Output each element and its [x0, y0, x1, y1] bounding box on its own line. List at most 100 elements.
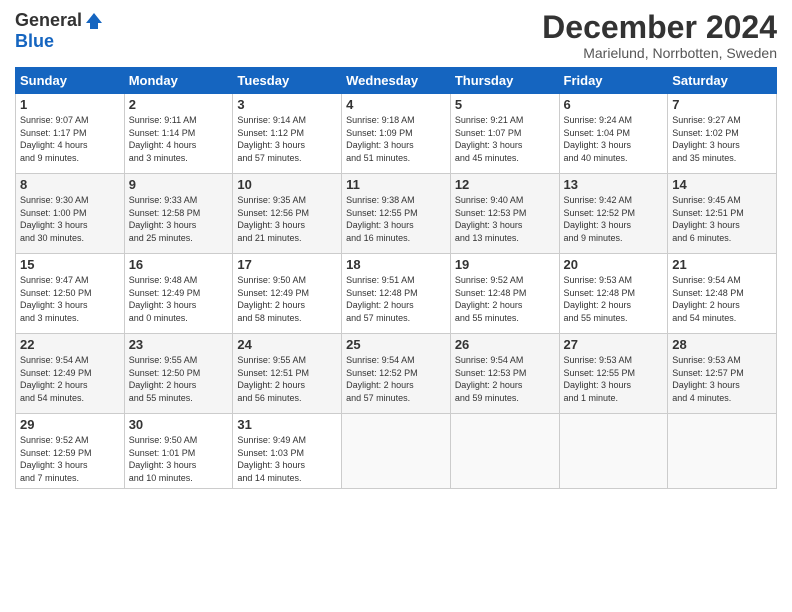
calendar-header-tuesday: Tuesday — [233, 68, 342, 94]
calendar-cell: 2 Sunrise: 9:11 AM Sunset: 1:14 PM Daylig… — [124, 94, 233, 174]
day-number: 16 — [129, 257, 229, 272]
calendar-cell: 10 Sunrise: 9:35 AM Sunset: 12:56 PM Dayl… — [233, 174, 342, 254]
calendar-cell: 17Sunrise: 9:50 AM Sunset: 12:49 PM Dayl… — [233, 254, 342, 334]
day-number: 29 — [20, 417, 120, 432]
day-number: 7 — [672, 97, 772, 112]
day-number: 23 — [129, 337, 229, 352]
calendar-cell: 18 Sunrise: 9:51 AM Sunset: 12:48 PM Dayl… — [342, 254, 451, 334]
day-info: Sunrise: 9:54 AM Sunset: 12:48 PM Daylig… — [672, 274, 772, 324]
day-number: 13 — [564, 177, 664, 192]
day-info: Sunrise: 9:27 AM Sunset: 1:02 PM Dayligh… — [672, 114, 772, 164]
calendar-cell: 6Sunrise: 9:24 AM Sunset: 1:04 PM Daylig… — [559, 94, 668, 174]
calendar-cell: 11Sunrise: 9:38 AM Sunset: 12:55 PM Dayl… — [342, 174, 451, 254]
day-info: Sunrise: 9:54 AM Sunset: 12:52 PM Daylig… — [346, 354, 446, 404]
day-number: 1 — [20, 97, 120, 112]
calendar-cell: 7 Sunrise: 9:27 AM Sunset: 1:02 PM Daylig… — [668, 94, 777, 174]
calendar-cell: 21 Sunrise: 9:54 AM Sunset: 12:48 PM Dayl… — [668, 254, 777, 334]
day-info: Sunrise: 9:53 AM Sunset: 12:48 PM Daylig… — [564, 274, 664, 324]
day-info: Sunrise: 9:50 AM Sunset: 1:01 PM Dayligh… — [129, 434, 229, 484]
day-number: 24 — [237, 337, 337, 352]
calendar-cell: 5 Sunrise: 9:21 AM Sunset: 1:07 PM Daylig… — [450, 94, 559, 174]
day-info: Sunrise: 9:21 AM Sunset: 1:07 PM Dayligh… — [455, 114, 555, 164]
day-number: 8 — [20, 177, 120, 192]
day-info: Sunrise: 9:45 AM Sunset: 12:51 PM Daylig… — [672, 194, 772, 244]
day-number: 6 — [564, 97, 664, 112]
calendar-cell: 9 Sunrise: 9:33 AM Sunset: 12:58 PM Dayli… — [124, 174, 233, 254]
calendar-header-wednesday: Wednesday — [342, 68, 451, 94]
calendar-cell — [559, 414, 668, 488]
calendar-cell: 14 Sunrise: 9:45 AM Sunset: 12:51 PM Dayl… — [668, 174, 777, 254]
day-info: Sunrise: 9:54 AM Sunset: 12:53 PM Daylig… — [455, 354, 555, 404]
day-info: Sunrise: 9:52 AM Sunset: 12:48 PM Daylig… — [455, 274, 555, 324]
day-number: 18 — [346, 257, 446, 272]
day-info: Sunrise: 9:14 AM Sunset: 1:12 PM Dayligh… — [237, 114, 337, 164]
day-info: Sunrise: 9:52 AM Sunset: 12:59 PM Daylig… — [20, 434, 120, 484]
day-number: 14 — [672, 177, 772, 192]
logo-blue-text: Blue — [15, 31, 54, 52]
calendar-header-thursday: Thursday — [450, 68, 559, 94]
day-info: Sunrise: 9:30 AM Sunset: 1:00 PM Dayligh… — [20, 194, 120, 244]
calendar-cell — [450, 414, 559, 488]
day-number: 2 — [129, 97, 229, 112]
day-number: 31 — [237, 417, 337, 432]
calendar-cell: 27Sunrise: 9:53 AM Sunset: 12:55 PM Dayl… — [559, 334, 668, 414]
day-number: 10 — [237, 177, 337, 192]
calendar-cell — [342, 414, 451, 488]
calendar-cell: 22 Sunrise: 9:54 AM Sunset: 12:49 PM Dayl… — [16, 334, 125, 414]
calendar-cell: 19 Sunrise: 9:52 AM Sunset: 12:48 PM Dayl… — [450, 254, 559, 334]
page: General Blue December 2024 Marielund, No… — [0, 0, 792, 612]
day-info: Sunrise: 9:40 AM Sunset: 12:53 PM Daylig… — [455, 194, 555, 244]
calendar-header-monday: Monday — [124, 68, 233, 94]
day-number: 21 — [672, 257, 772, 272]
calendar-cell — [668, 414, 777, 488]
calendar-cell: 26 Sunrise: 9:54 AM Sunset: 12:53 PM Dayl… — [450, 334, 559, 414]
calendar-header-saturday: Saturday — [668, 68, 777, 94]
calendar-cell: 30 Sunrise: 9:50 AM Sunset: 1:01 PM Dayli… — [124, 414, 233, 488]
day-info: Sunrise: 9:42 AM Sunset: 12:52 PM Daylig… — [564, 194, 664, 244]
day-number: 15 — [20, 257, 120, 272]
day-info: Sunrise: 9:55 AM Sunset: 12:51 PM Daylig… — [237, 354, 337, 404]
day-info: Sunrise: 9:51 AM Sunset: 12:48 PM Daylig… — [346, 274, 446, 324]
calendar-cell: 28 Sunrise: 9:53 AM Sunset: 12:57 PM Dayl… — [668, 334, 777, 414]
day-info: Sunrise: 9:54 AM Sunset: 12:49 PM Daylig… — [20, 354, 120, 404]
calendar-cell: 31 Sunrise: 9:49 AM Sunset: 1:03 PM Dayli… — [233, 414, 342, 488]
calendar-cell: 1 Sunrise: 9:07 AM Sunset: 1:17 PM Daylig… — [16, 94, 125, 174]
calendar-header-friday: Friday — [559, 68, 668, 94]
day-number: 5 — [455, 97, 555, 112]
day-info: Sunrise: 9:47 AM Sunset: 12:50 PM Daylig… — [20, 274, 120, 324]
day-number: 4 — [346, 97, 446, 112]
day-info: Sunrise: 9:11 AM Sunset: 1:14 PM Dayligh… — [129, 114, 229, 164]
calendar: SundayMondayTuesdayWednesdayThursdayFrid… — [15, 67, 777, 488]
calendar-cell: 15 Sunrise: 9:47 AM Sunset: 12:50 PM Dayl… — [16, 254, 125, 334]
day-number: 25 — [346, 337, 446, 352]
day-info: Sunrise: 9:35 AM Sunset: 12:56 PM Daylig… — [237, 194, 337, 244]
day-number: 30 — [129, 417, 229, 432]
day-number: 19 — [455, 257, 555, 272]
logo-icon — [84, 11, 104, 31]
day-info: Sunrise: 9:18 AM Sunset: 1:09 PM Dayligh… — [346, 114, 446, 164]
logo: General Blue — [15, 10, 104, 52]
calendar-cell: 8 Sunrise: 9:30 AM Sunset: 1:00 PM Daylig… — [16, 174, 125, 254]
day-info: Sunrise: 9:53 AM Sunset: 12:57 PM Daylig… — [672, 354, 772, 404]
day-info: Sunrise: 9:49 AM Sunset: 1:03 PM Dayligh… — [237, 434, 337, 484]
day-number: 3 — [237, 97, 337, 112]
day-number: 22 — [20, 337, 120, 352]
logo-general-text: General — [15, 10, 82, 31]
calendar-cell: 20Sunrise: 9:53 AM Sunset: 12:48 PM Dayl… — [559, 254, 668, 334]
day-info: Sunrise: 9:38 AM Sunset: 12:55 PM Daylig… — [346, 194, 446, 244]
day-info: Sunrise: 9:33 AM Sunset: 12:58 PM Daylig… — [129, 194, 229, 244]
day-number: 28 — [672, 337, 772, 352]
title-section: December 2024 Marielund, Norrbotten, Swe… — [542, 10, 777, 61]
day-number: 9 — [129, 177, 229, 192]
calendar-cell: 3 Sunrise: 9:14 AM Sunset: 1:12 PM Daylig… — [233, 94, 342, 174]
subtitle: Marielund, Norrbotten, Sweden — [542, 45, 777, 61]
day-number: 12 — [455, 177, 555, 192]
calendar-cell: 29 Sunrise: 9:52 AM Sunset: 12:59 PM Dayl… — [16, 414, 125, 488]
calendar-cell: 4 Sunrise: 9:18 AM Sunset: 1:09 PM Daylig… — [342, 94, 451, 174]
day-info: Sunrise: 9:07 AM Sunset: 1:17 PM Dayligh… — [20, 114, 120, 164]
day-info: Sunrise: 9:48 AM Sunset: 12:49 PM Daylig… — [129, 274, 229, 324]
calendar-cell: 12 Sunrise: 9:40 AM Sunset: 12:53 PM Dayl… — [450, 174, 559, 254]
day-number: 27 — [564, 337, 664, 352]
calendar-cell: 25 Sunrise: 9:54 AM Sunset: 12:52 PM Dayl… — [342, 334, 451, 414]
day-number: 26 — [455, 337, 555, 352]
